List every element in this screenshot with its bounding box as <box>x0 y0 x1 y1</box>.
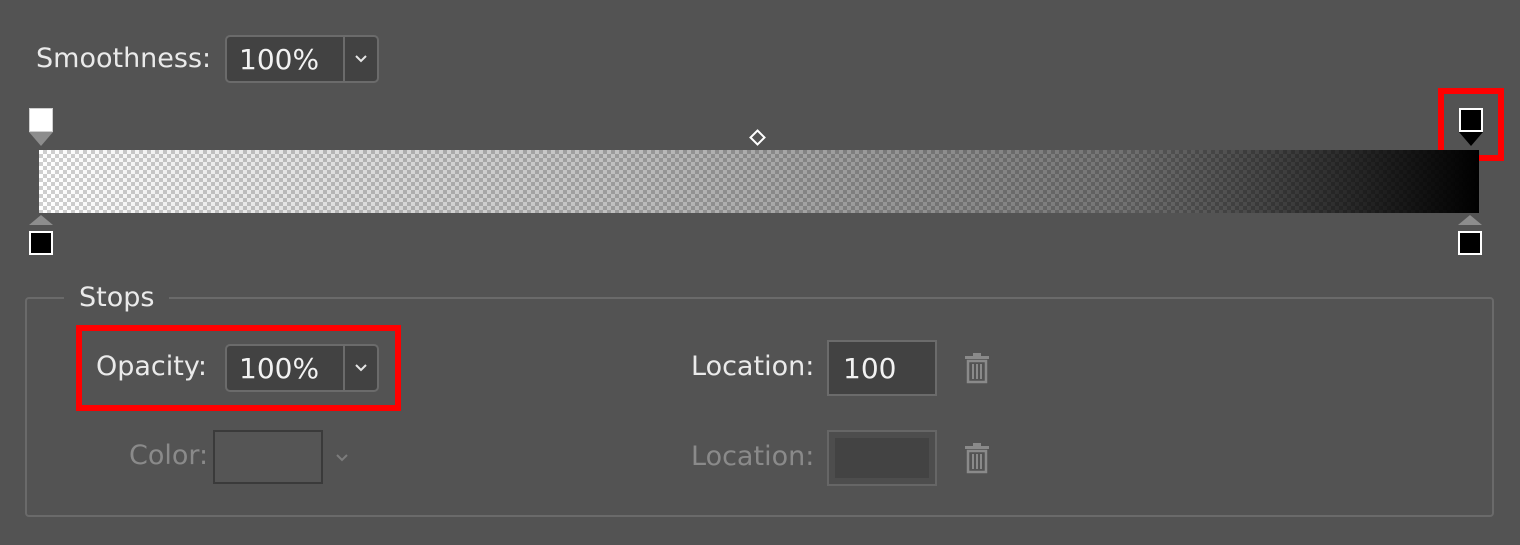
trash-icon[interactable] <box>963 442 991 474</box>
color-stop-right[interactable] <box>1458 231 1482 255</box>
color-location-input[interactable] <box>827 430 937 486</box>
color-location-label: Location: <box>691 441 815 472</box>
chevron-down-icon[interactable] <box>335 453 349 463</box>
smoothness-value[interactable]: 100% <box>227 43 343 76</box>
diamond-midpoint-icon[interactable] <box>749 129 766 146</box>
highlight-opacity-field <box>76 325 401 411</box>
opacity-location-label: Location: <box>691 351 815 382</box>
color-stop-left[interactable] <box>29 231 53 255</box>
trash-icon[interactable] <box>963 352 991 384</box>
smoothness-label: Smoothness: <box>36 43 212 74</box>
smoothness-dropdown[interactable]: 100% <box>225 35 379 83</box>
gradient-preview-bar[interactable] <box>39 150 1479 213</box>
opacity-location-input[interactable]: 100 <box>827 340 937 396</box>
color-stop-right-pointer <box>1458 215 1482 225</box>
color-label: Color: <box>129 440 209 471</box>
chevron-down-icon[interactable] <box>343 37 377 81</box>
stops-title: Stops <box>64 282 170 313</box>
color-location-value <box>835 438 929 478</box>
opacity-stop-left[interactable] <box>29 108 53 132</box>
color-swatch[interactable] <box>213 430 323 484</box>
opacity-stop-left-pointer <box>29 132 53 146</box>
color-stop-left-pointer <box>29 215 53 225</box>
